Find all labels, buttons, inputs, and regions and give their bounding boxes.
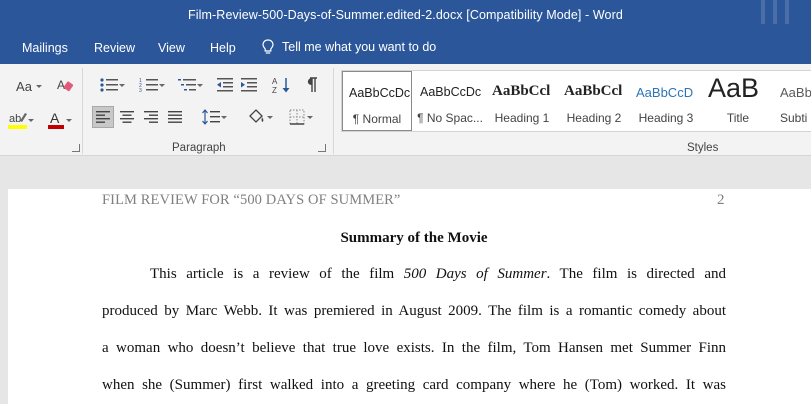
align-left-button[interactable] bbox=[92, 106, 114, 128]
style-subtitle-sample: AaBb bbox=[780, 85, 811, 100]
align-left-icon bbox=[96, 111, 110, 123]
body-line-3[interactable]: a woman who doesn’t believe that true lo… bbox=[102, 340, 726, 357]
body-line-4[interactable]: when she (Summer) first walked into a gr… bbox=[102, 377, 726, 394]
document-page[interactable]: FILM REVIEW FOR “500 DAYS OF SUMMER” 2 S… bbox=[8, 189, 811, 404]
change-case-label: Aa bbox=[16, 78, 32, 94]
numbering-icon: 1 2 3 bbox=[139, 78, 158, 93]
clear-formatting-icon: A bbox=[57, 78, 74, 92]
paragraph-dialog-launcher[interactable] bbox=[318, 144, 326, 152]
lightbulb-icon bbox=[262, 39, 274, 54]
increase-indent-button[interactable] bbox=[238, 74, 260, 96]
style-title[interactable]: AaB Title bbox=[702, 71, 774, 131]
style-heading-2-sample: AaBbCcl bbox=[564, 83, 623, 99]
style-subtitle-name: Subti bbox=[780, 111, 808, 125]
pilcrow-icon bbox=[307, 77, 317, 92]
ribbon: Aa A ab A 1 2 3 A Z Paragraph AaBbCcDc ¶… bbox=[0, 64, 811, 156]
show-formatting-marks-button[interactable] bbox=[300, 74, 322, 96]
borders-button[interactable] bbox=[280, 106, 314, 128]
justify-icon bbox=[168, 111, 182, 123]
tell-me-box[interactable]: Tell me what you want to do bbox=[262, 39, 436, 55]
body-line-2[interactable]: produced by Marc Webb. It was premiered … bbox=[102, 303, 726, 320]
style-heading-3-name: Heading 3 bbox=[638, 111, 694, 125]
align-right-button[interactable] bbox=[140, 106, 162, 128]
style-heading-3-sample: AaBbCcD bbox=[636, 85, 694, 100]
svg-text:A: A bbox=[50, 110, 60, 126]
multilevel-list-icon bbox=[178, 79, 196, 91]
style-heading-2[interactable]: AaBbCcl Heading 2 bbox=[558, 71, 630, 131]
style-no-spacing[interactable]: AaBbCcDc ¶ No Spac... bbox=[414, 71, 486, 131]
film-title-italic: 500 Days of Summer bbox=[403, 266, 547, 282]
style-subtitle[interactable]: AaBb Subti bbox=[774, 71, 811, 131]
highlighter-icon: ab bbox=[8, 113, 27, 129]
style-heading-3[interactable]: AaBbCcD Heading 3 bbox=[630, 71, 702, 131]
paint-bucket-icon bbox=[249, 109, 264, 123]
styles-gallery: AaBbCcDc ¶ Normal AaBbCcDc ¶ No Spac... … bbox=[341, 70, 811, 132]
page-number[interactable]: 2 bbox=[717, 192, 725, 209]
tell-me-label: Tell me what you want to do bbox=[282, 40, 437, 54]
section-heading[interactable]: Summary of the Movie bbox=[102, 230, 726, 247]
style-title-sample: AaB bbox=[708, 73, 760, 103]
ribbon-tabs: Mailings Review View Help Tell me what y… bbox=[0, 32, 811, 64]
borders-icon bbox=[289, 109, 305, 125]
align-right-icon bbox=[144, 111, 158, 123]
sort-button[interactable]: A Z bbox=[270, 74, 294, 96]
paragraph-group-label: Paragraph bbox=[172, 142, 226, 154]
shading-button[interactable] bbox=[240, 106, 274, 128]
tab-view[interactable]: View bbox=[158, 41, 185, 55]
svg-text:3: 3 bbox=[139, 88, 142, 93]
style-normal[interactable]: AaBbCcDc ¶ Normal bbox=[342, 71, 412, 131]
body-line-1[interactable]: This article is a review of the film 500… bbox=[102, 266, 726, 283]
decrease-indent-button[interactable] bbox=[214, 74, 236, 96]
clear-formatting-button[interactable]: A bbox=[54, 74, 76, 96]
change-case-button[interactable]: Aa bbox=[8, 76, 42, 96]
sort-icon: A Z bbox=[272, 77, 290, 94]
style-heading-1[interactable]: AaBbCcl Heading 1 bbox=[486, 71, 558, 131]
style-heading-1-name: Heading 1 bbox=[494, 111, 550, 125]
font-color-button[interactable]: A bbox=[38, 108, 74, 132]
style-no-spacing-name: ¶ No Spac... bbox=[417, 111, 483, 125]
justify-button[interactable] bbox=[164, 106, 186, 128]
running-header[interactable]: FILM REVIEW FOR “500 DAYS OF SUMMER” bbox=[102, 192, 400, 209]
tab-mailings[interactable]: Mailings bbox=[22, 41, 68, 55]
numbering-button[interactable]: 1 2 3 bbox=[132, 74, 166, 96]
styles-group-label: Styles bbox=[687, 142, 719, 154]
style-normal-sample: AaBbCcDc bbox=[349, 86, 411, 100]
style-no-spacing-sample: AaBbCcDc bbox=[420, 85, 482, 99]
align-center-button[interactable] bbox=[116, 106, 138, 128]
increase-indent-icon bbox=[241, 78, 257, 92]
decrease-indent-icon bbox=[217, 78, 233, 92]
ribbon-display-icon bbox=[761, 0, 789, 24]
multilevel-list-button[interactable] bbox=[170, 74, 204, 96]
font-color-icon: A bbox=[48, 110, 64, 129]
window-title: Film-Review-500-Days-of-Summer.edited-2.… bbox=[188, 8, 623, 22]
document-canvas[interactable]: FILM REVIEW FOR “500 DAYS OF SUMMER” 2 S… bbox=[0, 157, 811, 404]
tab-help[interactable]: Help bbox=[210, 41, 236, 55]
tab-review[interactable]: Review bbox=[94, 41, 135, 55]
line-spacing-button[interactable] bbox=[194, 106, 228, 128]
style-normal-name: ¶ Normal bbox=[352, 112, 402, 126]
text-highlight-button[interactable]: ab bbox=[0, 108, 36, 132]
body-line-1-end: . The film is directed and bbox=[546, 266, 726, 282]
svg-text:ab: ab bbox=[9, 113, 21, 125]
style-heading-2-name: Heading 2 bbox=[566, 111, 622, 125]
bullets-icon bbox=[100, 78, 118, 92]
font-dialog-launcher[interactable] bbox=[72, 144, 80, 152]
line-spacing-icon bbox=[202, 109, 220, 125]
body-line-1-start: This article is a review of the film bbox=[150, 266, 404, 282]
align-center-icon bbox=[120, 111, 134, 123]
svg-text:A: A bbox=[57, 78, 65, 92]
style-title-name: Title bbox=[726, 111, 750, 125]
bullets-button[interactable] bbox=[92, 74, 126, 96]
style-heading-1-sample: AaBbCcl bbox=[492, 83, 551, 99]
svg-text:A: A bbox=[272, 77, 278, 86]
title-bar: Film-Review-500-Days-of-Summer.edited-2.… bbox=[0, 0, 811, 32]
svg-text:Z: Z bbox=[272, 86, 277, 94]
